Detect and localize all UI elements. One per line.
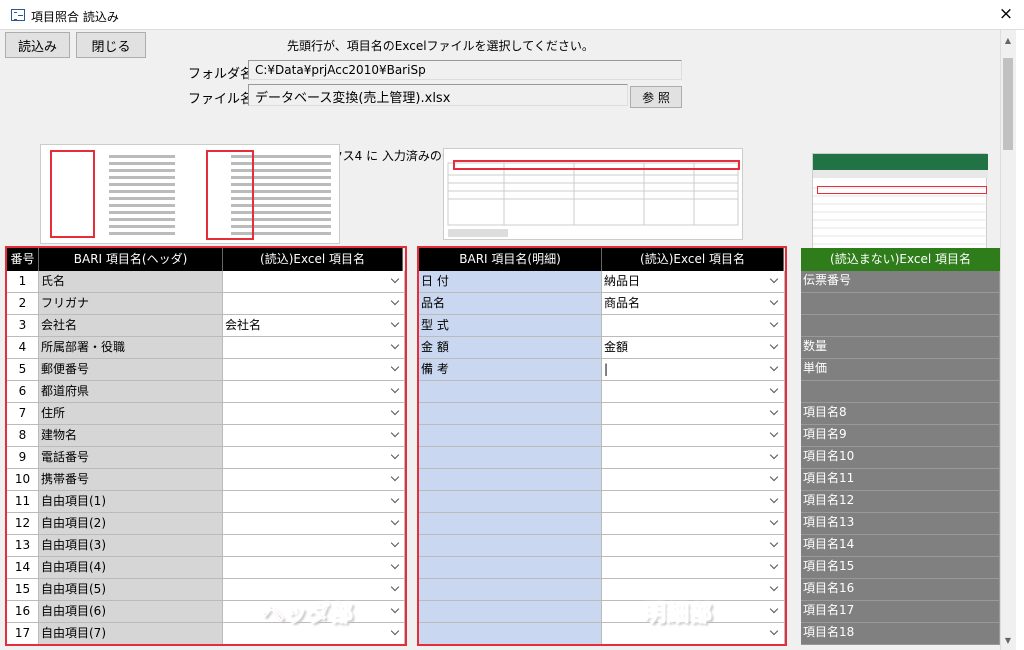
- title-bar: 項目照合 読込み ×: [0, 0, 1024, 30]
- scrollbar-thumb[interactable]: [1003, 58, 1013, 150]
- scroll-down-icon[interactable]: ▼: [1003, 636, 1013, 646]
- unread-row: 項目名11: [801, 469, 1000, 491]
- unread-row: [801, 293, 1000, 315]
- header-label-highlight: [50, 150, 95, 238]
- window-title: 項目照合 読込み: [31, 10, 119, 24]
- header-section-outline: [5, 246, 407, 646]
- unread-row: 単価: [801, 359, 1000, 381]
- unread-row: 伝票番号: [801, 271, 1000, 293]
- file-label: ファイル名: [188, 92, 254, 107]
- read-button[interactable]: 読込み: [5, 32, 70, 58]
- scroll-up-icon[interactable]: ▲: [1003, 36, 1013, 46]
- detail-header-highlight: [453, 160, 740, 170]
- excel-sheet-thumbnail: [812, 153, 988, 259]
- unread-row: 項目名17: [801, 601, 1000, 623]
- unread-row: 項目名10: [801, 447, 1000, 469]
- free-field-highlight: [206, 150, 254, 240]
- unread-row: 項目名9: [801, 425, 1000, 447]
- unread-row: [801, 381, 1000, 403]
- unread-row: 項目名18: [801, 623, 1000, 645]
- unread-row: 項目名8: [801, 403, 1000, 425]
- close-button[interactable]: 閉じる: [76, 32, 146, 58]
- detail-section-tag: 明細部: [643, 602, 714, 628]
- unread-row: 数量: [801, 337, 1000, 359]
- unread-row: 項目名16: [801, 579, 1000, 601]
- excel-sheet-thumbnail-art: [813, 154, 988, 245]
- header-section-tag: ヘッダ部: [261, 602, 355, 628]
- instruction-text: 先頭行が、項目名のExcelファイルを選択してください。: [287, 39, 594, 53]
- unread-row: 項目名12: [801, 491, 1000, 513]
- unread-row: [801, 315, 1000, 337]
- excel-header-highlight: [817, 186, 987, 194]
- detail-section-outline: [417, 246, 787, 646]
- unread-col: (読込まない)Excel 項目名: [801, 248, 1000, 271]
- browse-button[interactable]: 参 照: [630, 86, 682, 108]
- folder-label: フォルダ名: [188, 67, 254, 82]
- unread-row: 項目名15: [801, 557, 1000, 579]
- unread-row: 項目名14: [801, 535, 1000, 557]
- form-icon: [11, 9, 25, 21]
- form-body: 読込み 閉じる 先頭行が、項目名のExcelファイルを選択してください。 フォル…: [0, 30, 1000, 650]
- folder-field[interactable]: C:¥Data¥prjAcc2010¥BariSp: [248, 60, 682, 80]
- unread-row: 項目名13: [801, 513, 1000, 535]
- file-field[interactable]: データベース変換(売上管理).xlsx: [248, 84, 628, 106]
- close-icon[interactable]: ×: [996, 4, 1016, 24]
